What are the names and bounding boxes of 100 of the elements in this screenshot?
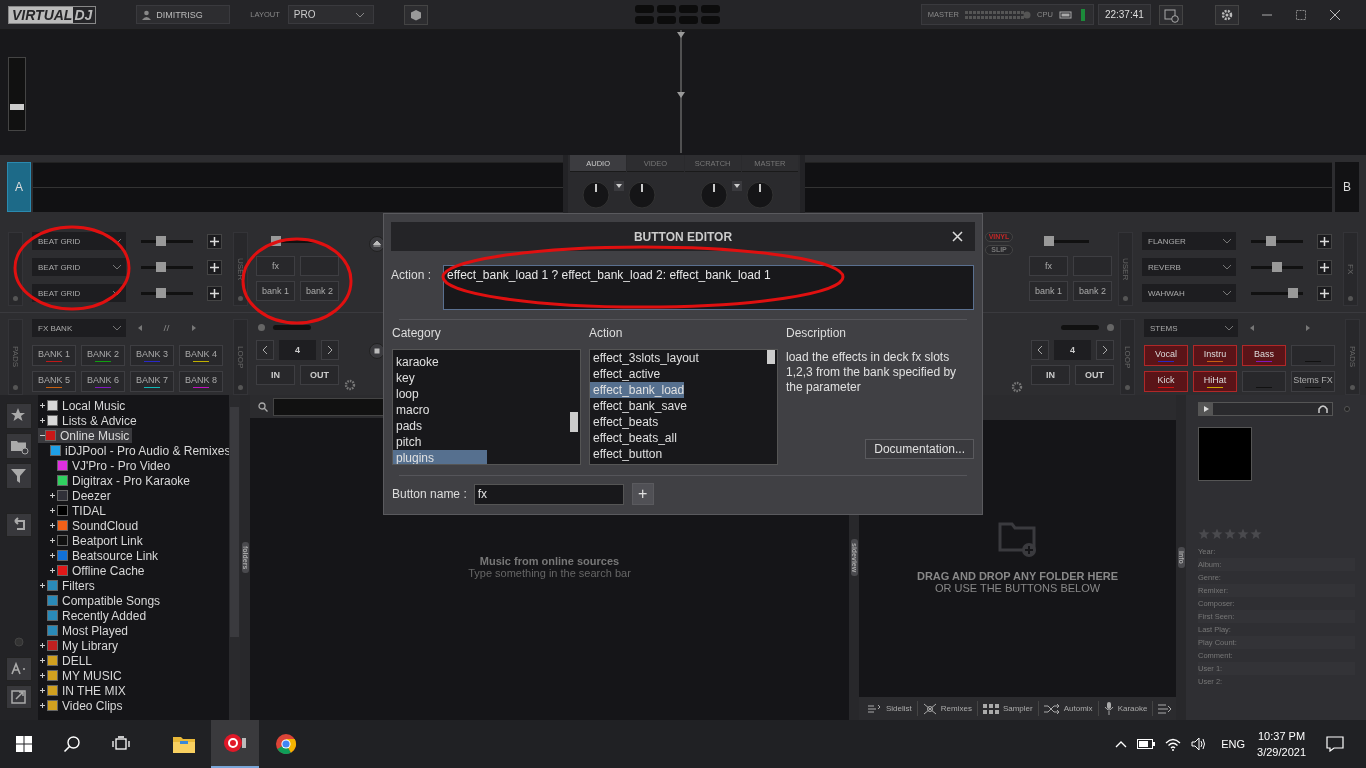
loop-dot-icon[interactable]	[258, 323, 265, 331]
tree-item[interactable]: Lists & Advice	[38, 413, 229, 428]
cube-icon[interactable]	[403, 4, 428, 25]
knob-icon[interactable]	[628, 181, 656, 209]
close-icon[interactable]	[952, 231, 963, 242]
tree-item[interactable]: Offline Cache	[38, 563, 229, 578]
pad-button[interactable]: Stems FX	[1291, 371, 1335, 392]
scrollbar-thumb[interactable]	[230, 407, 239, 637]
list-item[interactable]: loop	[393, 386, 569, 402]
folder-add-icon[interactable]	[6, 433, 32, 459]
settings-icon[interactable]	[1214, 4, 1239, 25]
font-size-icon[interactable]	[6, 657, 32, 681]
tree-item[interactable]: My Library	[38, 638, 229, 653]
effect-slider[interactable]	[1251, 262, 1303, 272]
user-button[interactable]: fx	[256, 256, 295, 276]
deck-label[interactable]: A	[7, 162, 31, 212]
notification-icon[interactable]	[1326, 736, 1344, 752]
pad-button[interactable]: BANK 6	[81, 371, 125, 392]
expand-window-icon[interactable]	[6, 685, 32, 709]
close-icon[interactable]	[1328, 8, 1341, 21]
loop-decrease-button[interactable]	[256, 340, 274, 360]
knob-icon[interactable]	[700, 181, 728, 209]
loop-in-button[interactable]: IN	[1031, 365, 1070, 385]
scrollbar-thumb[interactable]	[570, 412, 578, 432]
tree-item[interactable]: IN THE MIX	[38, 683, 229, 698]
tree-item[interactable]: Most Played	[38, 623, 229, 638]
chevron-up-icon[interactable]	[1115, 740, 1128, 748]
button-name-field[interactable]: fx	[473, 483, 624, 505]
loop-out-button[interactable]: OUT	[1075, 365, 1114, 385]
sideview-button[interactable]: Automix	[1038, 701, 1099, 716]
tree-item[interactable]: Video Clips	[38, 698, 229, 713]
pad-button[interactable]: Instru	[1193, 345, 1237, 366]
plus-icon[interactable]	[1317, 285, 1332, 301]
pad-button[interactable]: BANK 3	[130, 345, 174, 366]
effect-dropdown[interactable]: REVERB	[1142, 258, 1236, 276]
search-icon[interactable]	[258, 401, 268, 412]
loop-dot-icon[interactable]	[1107, 323, 1114, 331]
list-item[interactable]: effect_active	[590, 366, 766, 382]
tree-item[interactable]: Digitrax - Pro Karaoke	[38, 473, 229, 488]
tree-item[interactable]: Beatport Link	[38, 533, 229, 548]
list-item[interactable]: karaoke	[393, 354, 569, 370]
list-item[interactable]: effect_bank_load	[590, 382, 684, 398]
pad-button[interactable]: BANK 7	[130, 371, 174, 392]
pad-button[interactable]: HiHat	[1193, 371, 1237, 392]
plus-icon[interactable]	[207, 233, 222, 249]
pad-bank-dropdown[interactable]: STEMS	[1144, 319, 1238, 337]
effect-slider[interactable]	[141, 236, 193, 246]
tree-item[interactable]: Compatible Songs	[38, 593, 229, 608]
star-icon[interactable]	[1211, 528, 1223, 540]
play-icon[interactable]	[1199, 402, 1213, 416]
tree-item[interactable]: Local Music	[38, 398, 229, 413]
effect-dropdown[interactable]: BEAT GRID	[32, 258, 126, 276]
volume-slider[interactable]	[8, 57, 26, 131]
taskbar-clock[interactable]: 10:37 PM 3/29/2021	[1257, 728, 1306, 760]
list-arrow-icon[interactable]	[1158, 703, 1173, 714]
tree-item[interactable]: Filters	[38, 578, 229, 593]
user-button[interactable]: bank 2	[300, 281, 339, 301]
pad-button[interactable]: BANK 2	[81, 345, 125, 366]
star-icon[interactable]	[1250, 528, 1262, 540]
pad-button[interactable]: Vocal	[1144, 345, 1188, 366]
list-item[interactable]: effect_3slots_layout	[590, 350, 766, 366]
list-item[interactable]: effect_beats	[590, 414, 766, 430]
filter-icon[interactable]	[6, 463, 32, 489]
sideview-button[interactable]: Sidelist	[863, 701, 918, 716]
tree-item[interactable]: MY MUSIC	[38, 668, 229, 683]
battery-icon[interactable]	[1137, 739, 1156, 749]
user-button[interactable]: bank 1	[1029, 281, 1068, 301]
add-button[interactable]: +	[631, 483, 654, 505]
dot-icon[interactable]	[14, 637, 24, 647]
tree-item[interactable]: Deezer	[38, 488, 229, 503]
calendar-clock-icon[interactable]	[1158, 4, 1183, 25]
tree-item[interactable]: Recently Added	[38, 608, 229, 623]
effect-dropdown[interactable]: FLANGER	[1142, 232, 1236, 250]
taskbar-app[interactable]	[211, 720, 259, 768]
tree-item[interactable]: Beatsource Link	[38, 548, 229, 563]
list-item[interactable]: effect_beats_all	[590, 430, 766, 446]
gear-icon[interactable]	[1011, 381, 1023, 393]
star-icon[interactable]	[1198, 528, 1210, 540]
deck-label[interactable]: B	[1335, 162, 1359, 212]
tree-item[interactable]: DELL	[38, 653, 229, 668]
loop-increase-button[interactable]	[321, 340, 339, 360]
wifi-icon[interactable]	[1165, 737, 1182, 751]
star-icon[interactable]	[1237, 528, 1249, 540]
user-button[interactable]: bank 2	[1073, 281, 1112, 301]
user-button[interactable]: bank 1	[256, 281, 295, 301]
list-item[interactable]: pads	[393, 418, 569, 434]
sideview-button[interactable]: Karaoke	[1098, 701, 1154, 716]
search-icon[interactable]	[63, 735, 81, 753]
page-arrows-icon[interactable]	[1248, 324, 1310, 332]
pad-button[interactable]: BANK 8	[179, 371, 223, 392]
effect-dropdown[interactable]: WAHWAH	[1142, 284, 1236, 302]
restore-icon[interactable]	[1294, 8, 1307, 21]
tree-item[interactable]: Online Music	[38, 428, 132, 443]
list-item[interactable]: pitch	[393, 434, 569, 450]
list-item[interactable]: macro	[393, 402, 569, 418]
pad-button[interactable]: Kick	[1144, 371, 1188, 392]
effect-slider[interactable]	[141, 262, 193, 272]
dropdown-icon[interactable]	[614, 181, 624, 191]
action-field[interactable]: effect_bank_load 1 ? effect_bank_load 2: effect_bank_load 1	[443, 265, 974, 310]
pitch-slider[interactable]	[271, 236, 316, 246]
